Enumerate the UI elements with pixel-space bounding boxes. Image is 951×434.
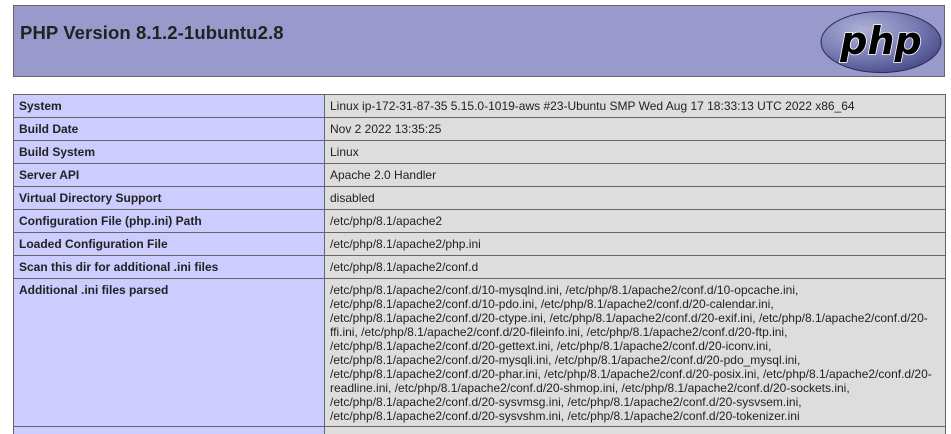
table-row: Additional .ini files parsed/etc/php/8.1…: [13, 278, 946, 427]
table-row: Build Date Nov 2 2022 13:35:25: [13, 117, 946, 141]
row-label: [13, 426, 325, 434]
row-label: Build Date: [13, 117, 325, 141]
row-value: [324, 426, 946, 434]
table-row: Loaded Configuration File/etc/php/8.1/ap…: [13, 232, 946, 256]
phpinfo-header: PHP Version 8.1.2-1ubuntu2.8 php: [13, 5, 945, 77]
row-label: System: [13, 94, 325, 118]
table-row: Build System Linux: [13, 140, 946, 164]
row-value: disabled: [324, 186, 946, 210]
row-value: Linux ip-172-31-87-35 5.15.0-1019-aws #2…: [324, 94, 946, 118]
row-value: Linux: [324, 140, 946, 164]
table-row: Configuration File (php.ini) Path/etc/ph…: [13, 209, 946, 233]
row-value: /etc/php/8.1/apache2/php.ini: [324, 232, 946, 256]
page-title: PHP Version 8.1.2-1ubuntu2.8: [20, 22, 284, 43]
row-label: Configuration File (php.ini) Path: [13, 209, 325, 233]
phpinfo-page: PHP Version 8.1.2-1ubuntu2.8 php System L…: [0, 0, 951, 434]
row-value: Nov 2 2022 13:35:25: [324, 117, 946, 141]
table-row: [13, 426, 946, 434]
php-logo-text: php: [839, 19, 921, 63]
row-label: Scan this dir for additional .ini files: [13, 255, 325, 279]
row-label: Build System: [13, 140, 325, 164]
row-label: Loaded Configuration File: [13, 232, 325, 256]
table-row: Scan this dir for additional .ini files /…: [13, 255, 946, 279]
row-value: /etc/php/8.1/apache2/conf.d: [324, 255, 946, 279]
php-logo-icon: php: [820, 11, 942, 73]
row-value: /etc/php/8.1/apache2/conf.d/10-mysqlnd.i…: [324, 278, 946, 427]
row-value: /etc/php/8.1/apache2: [324, 209, 946, 233]
row-label: Server API: [13, 163, 325, 187]
php-info-table: System Linux ip-172-31-87-35 5.15.0-1019-…: [13, 94, 946, 434]
row-value: Apache 2.0 Handler: [324, 163, 946, 187]
row-label: Additional .ini files parsed: [13, 278, 325, 427]
table-row: Server API Apache 2.0 Handler: [13, 163, 946, 187]
table-row: System Linux ip-172-31-87-35 5.15.0-1019-…: [13, 94, 946, 118]
table-row: Virtual Directory Support disabled: [13, 186, 946, 210]
row-label: Virtual Directory Support: [13, 186, 325, 210]
